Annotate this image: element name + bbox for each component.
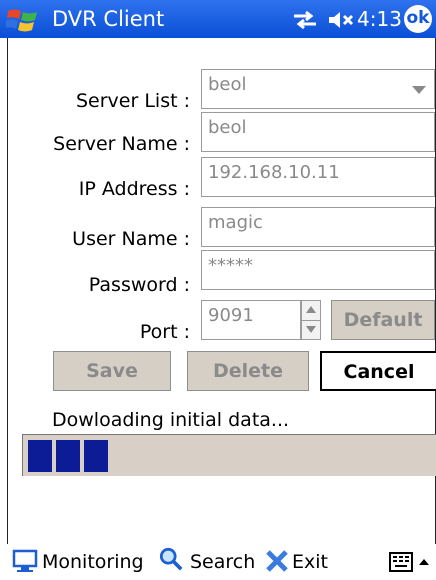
- bottom-menu-bar: Monitoring Search Exit: [0, 544, 436, 579]
- ip-address-value: 192.168.10.11: [208, 162, 340, 183]
- cancel-button[interactable]: Cancel: [320, 351, 436, 391]
- search-icon[interactable]: [158, 547, 184, 571]
- arrow-down-icon: [306, 326, 316, 333]
- ok-button[interactable]: ok: [404, 5, 432, 33]
- progress-block: [28, 440, 52, 472]
- volume-muted-icon[interactable]: [327, 10, 355, 30]
- close-icon[interactable]: [264, 549, 290, 573]
- monitoring-menu[interactable]: Monitoring: [42, 544, 144, 579]
- connectivity-icon[interactable]: [290, 9, 320, 31]
- password-label: Password :: [88, 274, 190, 296]
- server-name-value: beol: [208, 117, 247, 138]
- user-name-label: User Name :: [72, 228, 190, 250]
- clock[interactable]: 4:13: [357, 7, 402, 31]
- save-button[interactable]: Save: [53, 351, 171, 391]
- port-value: 9091: [208, 305, 254, 326]
- password-value: *****: [208, 255, 253, 276]
- arrow-up-icon: [306, 306, 316, 313]
- progress-block: [56, 440, 80, 472]
- keyboard-icon[interactable]: [389, 552, 413, 572]
- app-title: DVR Client: [52, 7, 165, 31]
- ip-address-label: IP Address :: [78, 178, 190, 200]
- port-label: Port :: [139, 321, 190, 343]
- monitor-icon[interactable]: [12, 549, 38, 573]
- server-name-field[interactable]: beol: [201, 112, 435, 152]
- user-name-field[interactable]: magic: [201, 207, 435, 247]
- chevron-down-icon[interactable]: [412, 86, 426, 94]
- windows-start-icon[interactable]: [6, 5, 40, 33]
- password-field[interactable]: *****: [201, 250, 435, 290]
- port-field[interactable]: 9091: [201, 300, 301, 340]
- title-bar: DVR Client 4:13 ok: [0, 0, 436, 38]
- search-menu[interactable]: Search: [190, 544, 255, 579]
- input-panel-arrow-icon[interactable]: [418, 558, 430, 566]
- default-button[interactable]: Default: [331, 300, 435, 340]
- server-list-dropdown[interactable]: beol: [201, 69, 435, 109]
- status-text: Dowloading initial data...: [52, 409, 290, 431]
- progress-bar: [22, 434, 436, 476]
- ip-address-field[interactable]: 192.168.10.11: [201, 157, 435, 197]
- progress-block: [84, 440, 108, 472]
- exit-menu[interactable]: Exit: [292, 544, 328, 579]
- server-name-label: Server Name :: [53, 133, 190, 155]
- port-spinner[interactable]: [301, 300, 321, 340]
- user-name-value: magic: [208, 212, 263, 233]
- server-list-label: Server List :: [76, 90, 190, 112]
- server-list-value: beol: [208, 74, 247, 95]
- delete-button[interactable]: Delete: [187, 351, 309, 391]
